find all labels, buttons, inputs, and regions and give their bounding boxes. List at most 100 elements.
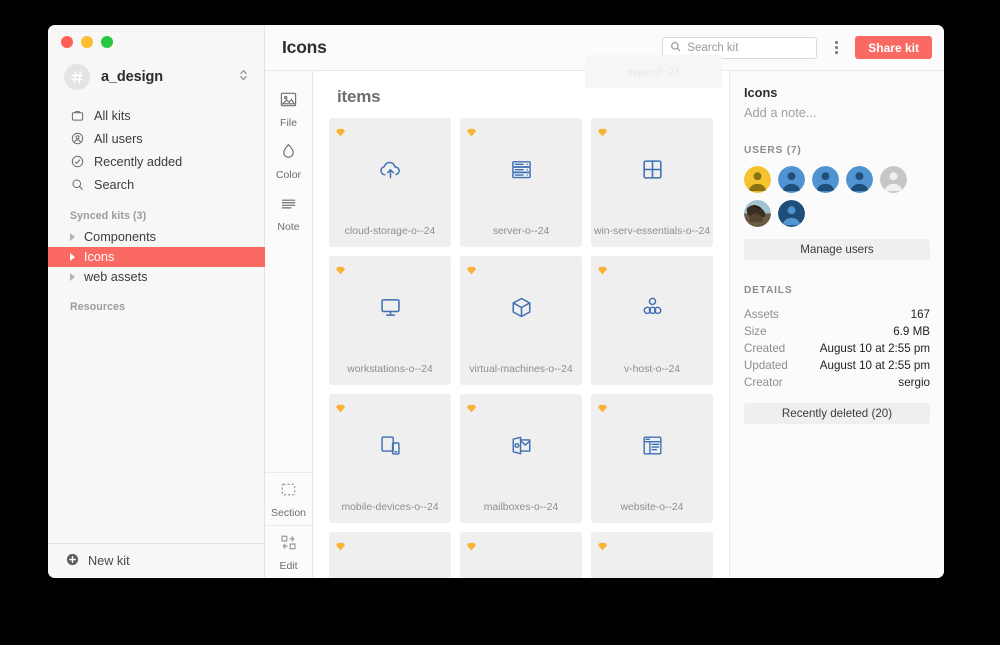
sketch-diamond-icon bbox=[598, 538, 607, 551]
rail-item-label: Color bbox=[275, 169, 302, 181]
webpage-layout-icon bbox=[641, 434, 664, 462]
detail-value: 6.9 MB bbox=[893, 325, 930, 338]
asset-tile[interactable]: win-serv-essentials-o--24 bbox=[591, 118, 713, 247]
resources-header: Resources bbox=[70, 301, 126, 313]
minimize-window-button[interactable] bbox=[81, 36, 93, 48]
toolbar: Icons expand--24 Search kit Share kit bbox=[265, 25, 944, 88]
detail-value: August 10 at 2:55 pm bbox=[819, 359, 930, 372]
asset-tile-label: cloud-storage-o--24 bbox=[344, 226, 436, 237]
sketch-diamond-icon bbox=[467, 262, 476, 275]
avatar[interactable] bbox=[880, 166, 907, 193]
sidebar-item-all-users[interactable]: All users bbox=[48, 127, 264, 150]
avatar[interactable] bbox=[744, 166, 771, 193]
sketch-diamond-icon bbox=[336, 124, 345, 137]
chevron-up-down-icon[interactable] bbox=[239, 68, 250, 87]
avatar[interactable] bbox=[744, 200, 771, 227]
rail-item-file[interactable]: File bbox=[265, 83, 313, 135]
desktop-monitor-icon bbox=[379, 296, 402, 324]
rail-item-label: Note bbox=[277, 221, 300, 233]
sidebar-nav: All kits All users Recently added Search bbox=[48, 104, 264, 196]
asset-tile[interactable]: v-host-o--24 bbox=[591, 256, 713, 385]
detail-key: Updated bbox=[744, 359, 788, 372]
rail-item-label: Section bbox=[270, 507, 307, 519]
detail-key: Size bbox=[744, 325, 767, 338]
dashed-rect-icon bbox=[279, 480, 298, 504]
rail-item-edit[interactable]: Edit bbox=[264, 525, 313, 578]
sketch-diamond-icon bbox=[467, 400, 476, 413]
sidebar: a_design All kits All users Recently add… bbox=[48, 25, 265, 578]
stacked-spheres-icon bbox=[641, 296, 664, 324]
user-circle-icon bbox=[70, 132, 84, 146]
asset-tile-label: mailboxes-o--24 bbox=[483, 502, 559, 513]
lines-note-icon bbox=[279, 194, 298, 218]
chevron-right-icon[interactable] bbox=[70, 233, 75, 241]
rail-item-section[interactable]: Section bbox=[264, 472, 313, 525]
asset-tile[interactable]: workstations-o--24 bbox=[329, 256, 451, 385]
sketch-diamond-icon bbox=[467, 538, 476, 551]
cloud-upload-icon bbox=[378, 157, 403, 187]
body-area: File Color Note Section Edit items cloud… bbox=[264, 71, 944, 578]
details-panel: Icons Add a note... USERS (7) Manage use… bbox=[729, 71, 944, 578]
close-window-button[interactable] bbox=[61, 36, 73, 48]
asset-tile[interactable]: mobile-devices-o--24 bbox=[329, 394, 451, 523]
chevron-right-icon[interactable] bbox=[70, 273, 75, 281]
cube-icon bbox=[510, 296, 533, 324]
asset-tile[interactable] bbox=[329, 532, 451, 578]
recently-deleted-button[interactable]: Recently deleted (20) bbox=[744, 403, 930, 424]
details-header: DETAILS bbox=[744, 285, 793, 296]
sidebar-kit-components[interactable]: Components bbox=[48, 227, 264, 247]
clock-check-icon bbox=[70, 155, 84, 169]
sketch-diamond-icon bbox=[336, 262, 345, 275]
image-file-icon bbox=[279, 90, 298, 114]
sidebar-kit-web-assets[interactable]: web assets bbox=[48, 267, 264, 287]
sidebar-item-search[interactable]: Search bbox=[48, 173, 264, 196]
asset-tile[interactable]: virtual-machines-o--24 bbox=[460, 256, 582, 385]
recently-deleted-label: Recently deleted (20) bbox=[781, 407, 893, 420]
sidebar-kit-icons[interactable]: Icons bbox=[48, 247, 265, 267]
traffic-lights bbox=[48, 25, 264, 59]
detail-row-creator: Creator sergio bbox=[744, 374, 930, 391]
user-avatars bbox=[744, 166, 930, 227]
manage-users-label: Manage users bbox=[800, 243, 874, 256]
new-kit-button[interactable]: New kit bbox=[48, 543, 264, 578]
tool-rail: File Color Note Section Edit bbox=[264, 71, 313, 578]
detail-row-updated: Updated August 10 at 2:55 pm bbox=[744, 357, 930, 374]
section-title: items bbox=[337, 87, 381, 106]
users-header: USERS (7) bbox=[744, 145, 802, 156]
sketch-diamond-icon bbox=[467, 124, 476, 137]
account-switcher[interactable]: a_design bbox=[48, 59, 264, 104]
sketch-diamond-icon bbox=[336, 400, 345, 413]
sidebar-item-label: All kits bbox=[94, 108, 131, 123]
asset-tile[interactable]: cloud-storage-o--24 bbox=[329, 118, 451, 247]
asset-tile-label: mobile-devices-o--24 bbox=[341, 502, 439, 513]
avatar[interactable] bbox=[778, 200, 805, 227]
rail-item-color[interactable]: Color bbox=[265, 135, 313, 187]
manage-users-button[interactable]: Manage users bbox=[744, 239, 930, 260]
asset-tile[interactable]: website-o--24 bbox=[591, 394, 713, 523]
chevron-right-icon[interactable] bbox=[70, 253, 75, 261]
sidebar-item-recently-added[interactable]: Recently added bbox=[48, 150, 264, 173]
asset-tile[interactable] bbox=[460, 532, 582, 578]
detail-row-assets: Assets 167 bbox=[744, 306, 930, 323]
zoom-window-button[interactable] bbox=[101, 36, 113, 48]
sketch-diamond-icon bbox=[336, 538, 345, 551]
asset-tile[interactable]: server-o--24 bbox=[460, 118, 582, 247]
rail-item-label: Edit bbox=[279, 560, 298, 572]
sketch-diamond-icon bbox=[598, 262, 607, 275]
avatar[interactable] bbox=[846, 166, 873, 193]
share-kit-button[interactable]: Share kit bbox=[855, 36, 932, 59]
detail-row-size: Size 6.9 MB bbox=[744, 323, 930, 340]
swap-arrows-icon bbox=[279, 533, 298, 557]
server-rack-icon bbox=[510, 158, 533, 186]
asset-tile[interactable] bbox=[591, 532, 713, 578]
more-vertical-icon[interactable] bbox=[826, 37, 846, 59]
asset-tile[interactable]: mailboxes-o--24 bbox=[460, 394, 582, 523]
sidebar-item-all-kits[interactable]: All kits bbox=[48, 104, 264, 127]
rail-item-note[interactable]: Note bbox=[265, 187, 313, 239]
avatar[interactable] bbox=[778, 166, 805, 193]
sketch-diamond-icon bbox=[598, 124, 607, 137]
account-name: a_design bbox=[101, 69, 164, 85]
add-note-input[interactable]: Add a note... bbox=[744, 105, 930, 120]
plus-circle-icon bbox=[66, 553, 79, 569]
avatar[interactable] bbox=[812, 166, 839, 193]
